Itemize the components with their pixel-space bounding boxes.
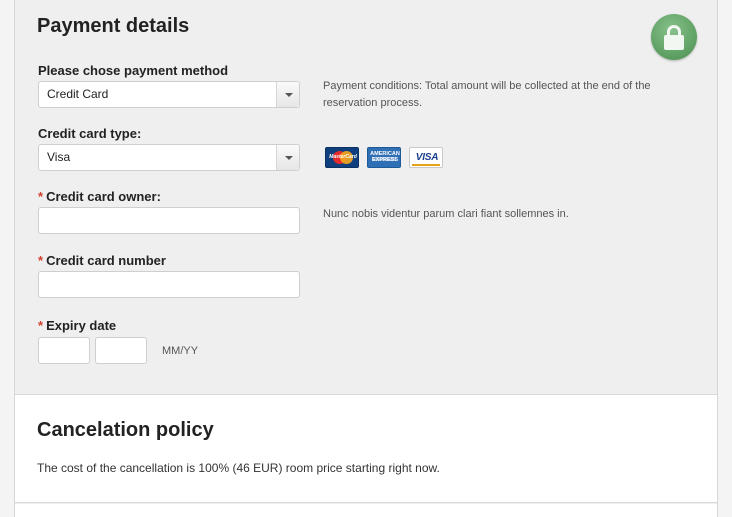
card-type-value: Visa [47, 150, 71, 164]
cancelation-policy-title: Cancelation policy [37, 419, 214, 441]
card-type-dropdown-button[interactable] [276, 145, 299, 170]
required-marker: * [38, 318, 44, 333]
payment-method-dropdown-button[interactable] [276, 82, 299, 107]
card-number-input[interactable] [38, 271, 300, 298]
expiry-year-input[interactable] [95, 337, 147, 364]
payment-details-section: Payment details Please chose payment met… [15, 0, 717, 395]
card-number-label: * Credit card number [38, 253, 166, 268]
amex-icon: AMERICAN EXPRESS [367, 147, 401, 168]
required-marker: * [38, 189, 44, 204]
cancelation-policy-text: The cost of the cancellation is 100% (46… [37, 461, 440, 475]
cancelation-policy-section: Cancelation policy The cost of the cance… [15, 395, 717, 503]
payment-details-title: Payment details [37, 15, 190, 37]
chevron-down-icon [285, 156, 293, 160]
chevron-down-icon [285, 93, 293, 97]
lock-icon [651, 14, 697, 60]
card-type-select[interactable]: Visa [38, 144, 300, 171]
booking-panel: Payment details Please chose payment met… [14, 0, 718, 517]
payment-method-select[interactable]: Credit Card [38, 81, 300, 108]
next-section [15, 504, 717, 517]
card-type-label: Credit card type: [38, 126, 142, 141]
expiry-date-label: * Expiry date [38, 318, 117, 333]
card-owner-note: Nunc nobis videntur parum clari fiant so… [323, 208, 569, 220]
card-owner-label: * Credit card owner: [38, 189, 161, 204]
expiry-format-hint: MM/YY [162, 345, 199, 357]
payment-method-value: Credit Card [47, 87, 109, 101]
payment-method-label: Please chose payment method [38, 63, 229, 78]
mastercard-icon: MasterCard [325, 147, 359, 168]
payment-conditions-note: Payment conditions: Total amount will be… [323, 80, 651, 109]
expiry-month-input[interactable] [38, 337, 90, 364]
card-owner-input[interactable] [38, 207, 300, 234]
required-marker: * [38, 253, 44, 268]
visa-icon: VISA [409, 147, 443, 168]
